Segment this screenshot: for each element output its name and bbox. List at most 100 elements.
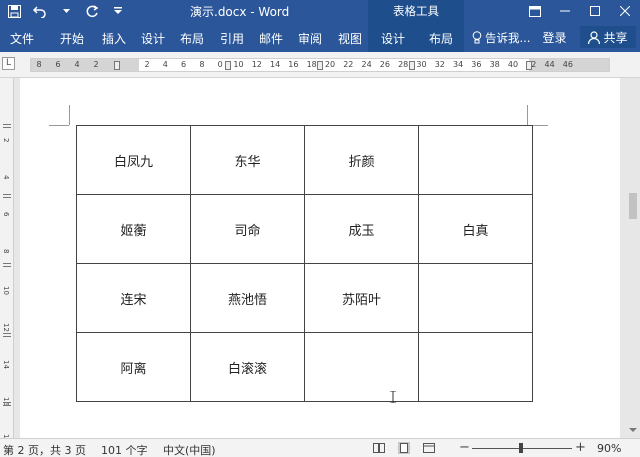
tab-mailings[interactable]: 邮件: [259, 30, 283, 47]
crop-mark: [69, 105, 70, 125]
scrollbar-thumb[interactable]: [629, 193, 637, 219]
tab-review[interactable]: 审阅: [298, 30, 322, 47]
tab-table-layout[interactable]: 布局: [429, 30, 453, 47]
read-mode-icon[interactable]: [373, 442, 385, 454]
table-cell[interactable]: 成玉: [304, 194, 419, 264]
table-cell[interactable]: 阿离: [76, 332, 191, 402]
undo-icon: [33, 5, 46, 18]
title-bar: 演示.docx - Word 表格工具: [0, 0, 640, 22]
column-marker[interactable]: [526, 61, 532, 70]
redo-icon: [86, 4, 98, 17]
ruler-number: 6: [55, 60, 61, 69]
undo-button[interactable]: [32, 3, 48, 19]
row-marker[interactable]: [3, 402, 11, 406]
ruler-number: 10: [2, 286, 10, 295]
close-button[interactable]: [610, 0, 640, 22]
ruler-number: 26: [379, 60, 390, 69]
table-cell[interactable]: [418, 125, 533, 195]
row-marker[interactable]: [3, 194, 11, 198]
table-cell[interactable]: [418, 332, 533, 402]
save-icon: [7, 4, 21, 18]
tab-home[interactable]: 开始: [60, 30, 84, 47]
ruler-number: 32: [434, 60, 445, 69]
table-cell[interactable]: 姬蘅: [76, 194, 191, 264]
tell-me-box[interactable]: 告诉我...: [472, 30, 530, 46]
ruler-number: 16: [288, 60, 299, 69]
ruler-number: 2: [2, 138, 10, 143]
tab-view[interactable]: 视图: [338, 30, 362, 47]
word-count[interactable]: 101 个字: [101, 442, 148, 457]
chevron-down-icon: [62, 8, 70, 13]
tab-design[interactable]: 设计: [141, 30, 165, 47]
ribbon-display-button[interactable]: [520, 0, 550, 22]
row-marker[interactable]: [3, 333, 11, 337]
row-marker[interactable]: [3, 263, 11, 267]
ruler-number: 44: [544, 60, 555, 69]
ruler-number: 8: [36, 60, 42, 69]
table-cell[interactable]: 折颜: [304, 125, 419, 195]
column-marker[interactable]: [409, 61, 415, 70]
zoom-out-button[interactable]: −: [459, 440, 470, 455]
vertical-ruler[interactable]: 24681012141618: [0, 78, 14, 443]
column-marker[interactable]: [317, 61, 323, 70]
table-row: 阿离 白滚滚: [76, 332, 533, 402]
table-cell[interactable]: 连宋: [76, 263, 191, 333]
status-bar: 第 2 页，共 3 页 101 个字 中文(中国) − + 90%: [0, 438, 640, 457]
person-icon: [588, 30, 601, 44]
zoom-in-button[interactable]: +: [575, 440, 586, 455]
table-cell[interactable]: 白凤九: [76, 125, 191, 195]
table-cell[interactable]: [418, 263, 533, 333]
ribbon-display-icon: [529, 5, 541, 17]
page-count[interactable]: 第 2 页，共 3 页: [3, 442, 86, 457]
table-row: 连宋 燕池悟 苏陌叶: [76, 263, 533, 333]
minimize-button[interactable]: [550, 0, 580, 22]
redo-button[interactable]: [84, 3, 100, 19]
save-button[interactable]: [6, 3, 22, 19]
vertical-scrollbar[interactable]: [626, 78, 640, 438]
ribbon-right-area: 告诉我... 登录: [472, 29, 566, 46]
ruler-number: 38: [489, 60, 500, 69]
table-cell[interactable]: 燕池悟: [190, 263, 305, 333]
ruler-number: 24: [361, 60, 372, 69]
ruler-number: 36: [471, 60, 482, 69]
minimize-icon: [560, 10, 570, 12]
web-layout-icon[interactable]: [423, 442, 435, 454]
ruler-number: 14: [270, 60, 281, 69]
ruler-number: 8: [2, 249, 10, 254]
scroll-down-icon[interactable]: [629, 426, 637, 434]
quick-access-toolbar: [6, 3, 126, 19]
tab-selector[interactable]: L: [2, 57, 15, 70]
ruler-number: 10: [233, 60, 244, 69]
table-cell[interactable]: [304, 332, 419, 402]
table-cell[interactable]: 白真: [418, 194, 533, 264]
horizontal-ruler[interactable]: 8 6 4 2 2 4 6 8 0 10 12 14 16 18 20 22 24 26 28 30 32 34 36 38 4…: [30, 58, 610, 72]
tab-insert[interactable]: 插入: [102, 30, 126, 47]
ruler-number: 4: [2, 175, 10, 180]
tab-file[interactable]: 文件: [10, 30, 34, 47]
column-marker[interactable]: [225, 61, 231, 70]
tab-layout[interactable]: 布局: [180, 30, 204, 47]
table-cell[interactable]: 司命: [190, 194, 305, 264]
print-layout-icon[interactable]: [398, 442, 410, 454]
tab-table-design[interactable]: 设计: [381, 30, 405, 47]
maximize-button[interactable]: [580, 0, 610, 22]
signin-link[interactable]: 登录: [542, 29, 566, 46]
zoom-slider-thumb[interactable]: [519, 443, 523, 453]
row-marker[interactable]: [3, 124, 11, 128]
customize-qat-button[interactable]: [110, 3, 126, 19]
table-tools-label: 表格工具: [368, 0, 464, 22]
column-marker[interactable]: [114, 61, 120, 70]
undo-dropdown[interactable]: [58, 3, 74, 19]
ruler-number: 6: [181, 60, 187, 69]
table-cell[interactable]: 白滚滚: [190, 332, 305, 402]
share-label: 共享: [603, 30, 628, 45]
share-button[interactable]: 共享: [580, 26, 636, 48]
table-cell[interactable]: 苏陌叶: [304, 263, 419, 333]
zoom-level[interactable]: 90%: [597, 442, 621, 455]
crop-mark: [49, 125, 69, 126]
ruler-number: 0: [217, 60, 223, 69]
table-cell[interactable]: 东华: [190, 125, 305, 195]
document-table[interactable]: 白凤九 东华 折颜 姬蘅 司命 成玉 白真 连宋 燕池悟 苏陌叶 阿离 白滚滚: [76, 125, 533, 402]
tab-references[interactable]: 引用: [220, 30, 244, 47]
language-indicator[interactable]: 中文(中国): [163, 442, 216, 457]
